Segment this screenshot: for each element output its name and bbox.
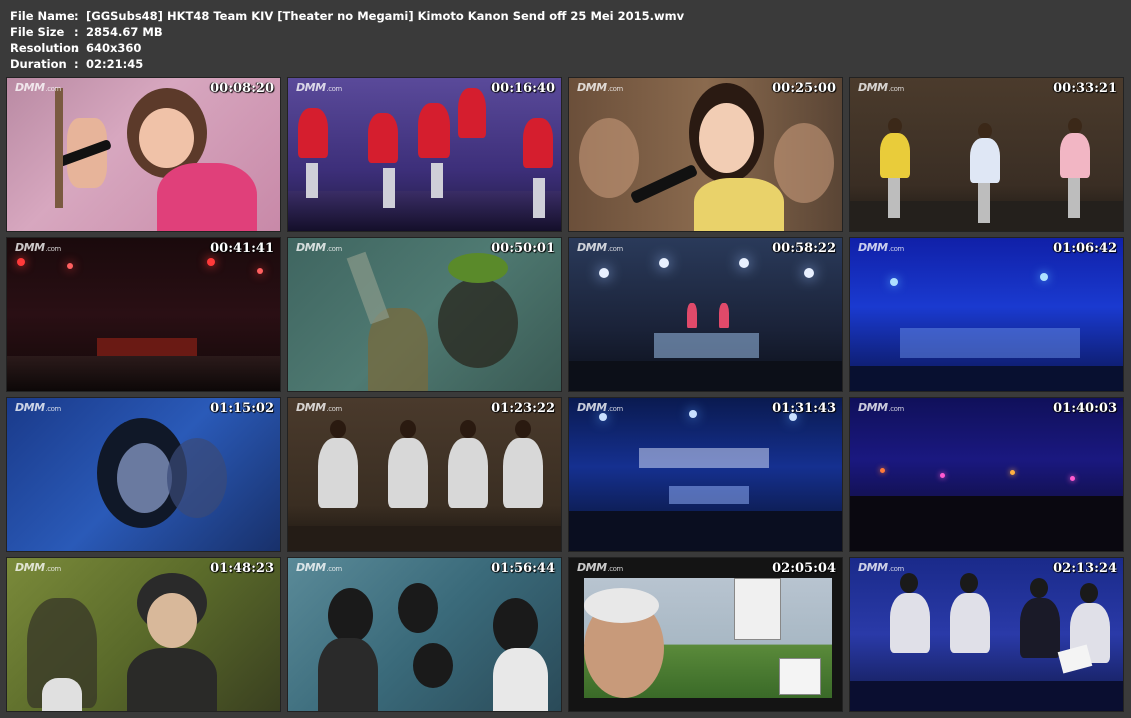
dmm-watermark: DMM.com [577, 561, 623, 574]
thumbnail[interactable]: DMM.com 01:31:43 [568, 397, 843, 552]
timestamp: 00:08:20 [210, 81, 274, 96]
thumbnail[interactable]: DMM.com 01:56:44 [287, 557, 562, 712]
dmm-watermark: DMM.com [577, 81, 623, 94]
file-size-value: 2854.67 MB [86, 25, 163, 39]
timestamp: 02:05:04 [772, 561, 836, 576]
thumbnail[interactable]: DMM.com 00:16:40 [287, 77, 562, 232]
thumbnail[interactable]: DMM.com 00:33:21 [849, 77, 1124, 232]
timestamp: 00:33:21 [1053, 81, 1117, 96]
thumbnail[interactable]: DMM.com 00:58:22 [568, 237, 843, 392]
thumbnail[interactable]: DMM.com 01:40:03 [849, 397, 1124, 552]
dmm-watermark: DMM.com [577, 401, 623, 414]
dmm-watermark: DMM.com [296, 561, 342, 574]
video-frame [569, 238, 842, 391]
dmm-watermark: DMM.com [296, 81, 342, 94]
file-size-row: File Size : 2854.67 MB [10, 24, 684, 40]
file-name-row: File Name : [GGSubs48] HKT48 Team KIV [T… [10, 8, 684, 24]
video-frame [7, 78, 280, 231]
dmm-watermark: DMM.com [296, 241, 342, 254]
separator: : [74, 57, 79, 71]
duration-label: Duration [10, 57, 67, 71]
timestamp: 00:58:22 [772, 241, 836, 256]
video-frame [7, 238, 280, 391]
video-frame [569, 398, 842, 551]
dmm-watermark: DMM.com [15, 241, 61, 254]
resolution-value: 640x360 [86, 41, 142, 55]
timestamp: 00:41:41 [210, 241, 274, 256]
dmm-watermark: DMM.com [858, 561, 904, 574]
thumbnail[interactable]: DMM.com 00:50:01 [287, 237, 562, 392]
thumbnail[interactable]: DMM.com 01:06:42 [849, 237, 1124, 392]
dmm-watermark: DMM.com [296, 401, 342, 414]
file-name-label: File Name [10, 9, 75, 23]
thumbnail[interactable]: DMM.com 01:23:22 [287, 397, 562, 552]
thumbnail[interactable]: DMM.com 01:48:23 [6, 557, 281, 712]
timestamp: 01:40:03 [1053, 401, 1117, 416]
video-frame [288, 238, 561, 391]
video-frame [850, 398, 1123, 551]
dmm-watermark: DMM.com [858, 401, 904, 414]
timestamp: 02:13:24 [1053, 561, 1117, 576]
timestamp: 00:50:01 [491, 241, 555, 256]
thumbnail[interactable]: DMM.com 00:08:20 [6, 77, 281, 232]
dmm-watermark: DMM.com [858, 241, 904, 254]
dmm-watermark: DMM.com [15, 401, 61, 414]
timestamp: 01:48:23 [210, 561, 274, 576]
timestamp: 01:23:22 [491, 401, 555, 416]
video-frame [288, 398, 561, 551]
resolution-label: Resolution [10, 41, 80, 55]
video-frame [850, 238, 1123, 391]
video-frame [850, 78, 1123, 231]
timestamp: 01:15:02 [210, 401, 274, 416]
video-frame [7, 398, 280, 551]
thumbnail[interactable]: DMM.com 02:05:04 [568, 557, 843, 712]
duration-row: Duration : 02:21:45 [10, 56, 684, 72]
file-name-value: [GGSubs48] HKT48 Team KIV [Theater no Me… [86, 9, 685, 23]
timestamp: 00:25:00 [772, 81, 836, 96]
separator: : [74, 41, 79, 55]
thumbnail-grid: DMM.com 00:08:20 DMM.com 00:16:40 DMM.co… [6, 77, 1124, 712]
thumbnail[interactable]: DMM.com 02:13:24 [849, 557, 1124, 712]
video-frame [850, 558, 1123, 711]
dmm-watermark: DMM.com [858, 81, 904, 94]
timestamp: 01:31:43 [772, 401, 836, 416]
video-frame [569, 78, 842, 231]
duration-value: 02:21:45 [86, 57, 144, 71]
thumbnail[interactable]: DMM.com 01:15:02 [6, 397, 281, 552]
separator: : [74, 9, 79, 23]
timestamp: 01:06:42 [1053, 241, 1117, 256]
video-frame [569, 558, 842, 711]
video-frame [288, 78, 561, 231]
thumbnail[interactable]: DMM.com 00:41:41 [6, 237, 281, 392]
file-size-label: File Size [10, 25, 65, 39]
timestamp: 01:56:44 [491, 561, 555, 576]
dmm-watermark: DMM.com [15, 561, 61, 574]
resolution-row: Resolution : 640x360 [10, 40, 684, 56]
dmm-watermark: DMM.com [577, 241, 623, 254]
file-info-panel: File Name : [GGSubs48] HKT48 Team KIV [T… [10, 8, 684, 72]
separator: : [74, 25, 79, 39]
timestamp: 00:16:40 [491, 81, 555, 96]
thumbnail[interactable]: DMM.com 00:25:00 [568, 77, 843, 232]
video-frame [7, 558, 280, 711]
video-frame [288, 558, 561, 711]
dmm-watermark: DMM.com [15, 81, 61, 94]
